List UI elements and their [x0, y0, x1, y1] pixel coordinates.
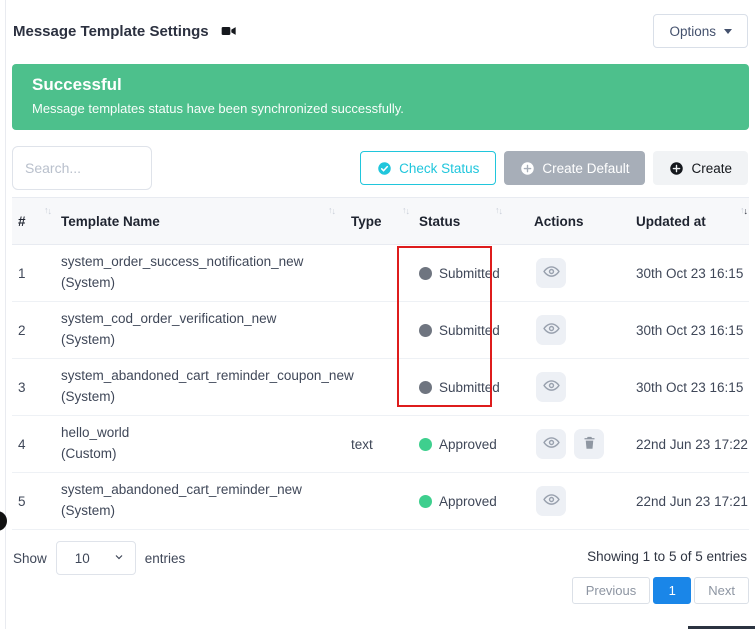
pagination: Previous 1 Next: [572, 577, 749, 604]
template-type: [345, 245, 413, 302]
chevron-down-icon: [113, 551, 125, 566]
template-type: [345, 359, 413, 416]
eye-icon: [543, 320, 560, 340]
column-header-type[interactable]: Type ↑↓: [345, 198, 413, 245]
check-status-label: Check Status: [399, 161, 479, 176]
entries-summary: Showing 1 to 5 of 5 entries: [587, 549, 747, 564]
template-name: hello_world: [61, 423, 339, 444]
entries-label: entries: [145, 551, 186, 566]
sort-icon: ↑↓: [402, 205, 409, 215]
template-type: [345, 473, 413, 530]
template-origin: (System): [61, 273, 339, 294]
sort-icon: ↑↓: [328, 205, 335, 215]
column-header-status[interactable]: Status ↑↓: [413, 198, 528, 245]
view-button[interactable]: [536, 429, 566, 459]
success-alert: Successful Message templates status have…: [12, 64, 749, 130]
create-label: Create: [691, 161, 732, 176]
template-name: system_abandoned_cart_reminder_coupon_ne…: [61, 366, 339, 387]
status-badge: Submitted: [419, 266, 522, 281]
page-size-value: 10: [75, 551, 90, 566]
plus-circle-icon: [669, 161, 684, 176]
eye-icon: [543, 377, 560, 397]
templates-table: # ↑↓ Template Name ↑↓ Type ↑↓ Status ↑↓ …: [12, 197, 749, 530]
status-dot-icon: [419, 495, 432, 508]
status-dot-icon: [419, 267, 432, 280]
next-page-button[interactable]: Next: [694, 577, 749, 604]
table-row: 2 system_cod_order_verification_new (Sys…: [12, 302, 749, 359]
row-num: 1: [12, 245, 55, 302]
check-circle-icon: [377, 161, 392, 176]
column-header-updated-at[interactable]: Updated at ↑↓: [630, 198, 749, 245]
create-button[interactable]: Create: [653, 151, 748, 185]
toolbar-buttons: Check Status Create Default Create: [360, 151, 748, 185]
sort-icon: ↑↓: [495, 205, 502, 215]
video-camera-icon: [221, 23, 237, 39]
title-wrap: Message Template Settings: [13, 23, 237, 40]
show-label: Show: [13, 551, 47, 566]
toolbar: Check Status Create Default Create: [12, 146, 748, 190]
row-num: 3: [12, 359, 55, 416]
chevron-down-icon: [724, 29, 732, 34]
alert-message: Message templates status have been synch…: [32, 101, 729, 116]
page-size-select[interactable]: 10: [56, 541, 136, 575]
updated-at: 22nd Jun 23 17:21: [630, 473, 749, 530]
page-title: Message Template Settings: [13, 23, 209, 40]
status-dot-icon: [419, 324, 432, 337]
column-header-template-name[interactable]: Template Name ↑↓: [55, 198, 345, 245]
updated-at: 30th Oct 23 16:15: [630, 359, 749, 416]
row-num: 4: [12, 416, 55, 473]
view-button[interactable]: [536, 372, 566, 402]
trash-icon: [582, 435, 597, 453]
plus-circle-icon: [520, 161, 535, 176]
table-row: 3 system_abandoned_cart_reminder_coupon_…: [12, 359, 749, 416]
status-dot-icon: [419, 381, 432, 394]
eye-icon: [543, 263, 560, 283]
template-origin: (System): [61, 330, 339, 351]
view-button[interactable]: [536, 486, 566, 516]
row-num: 2: [12, 302, 55, 359]
options-button[interactable]: Options: [653, 14, 748, 48]
page-1-button[interactable]: 1: [653, 577, 691, 604]
table-header-row: # ↑↓ Template Name ↑↓ Type ↑↓ Status ↑↓ …: [12, 198, 749, 245]
updated-at: 22nd Jun 23 17:22: [630, 416, 749, 473]
previous-page-button[interactable]: Previous: [572, 577, 651, 604]
template-type: [345, 302, 413, 359]
updated-at: 30th Oct 23 16:15: [630, 302, 749, 359]
table-row: 1 system_order_success_notification_new …: [12, 245, 749, 302]
create-default-label: Create Default: [542, 161, 629, 176]
page-size-control: Show 10 entries: [13, 541, 185, 575]
view-button[interactable]: [536, 258, 566, 288]
options-button-label: Options: [669, 24, 716, 39]
status-badge: Approved: [419, 494, 522, 509]
sort-icon-active: ↑↓: [740, 205, 747, 215]
template-name: system_order_success_notification_new: [61, 252, 339, 273]
template-type: text: [345, 416, 413, 473]
row-num: 5: [12, 473, 55, 530]
status-badge: Submitted: [419, 323, 522, 338]
delete-button[interactable]: [574, 429, 604, 459]
page-left-border: [5, 0, 6, 629]
create-default-button[interactable]: Create Default: [504, 151, 645, 185]
column-header-actions: Actions: [528, 198, 630, 245]
eye-icon: [543, 491, 560, 511]
column-header-num[interactable]: # ↑↓: [12, 198, 55, 245]
template-origin: (System): [61, 501, 339, 522]
table-row: 5 system_abandoned_cart_reminder_new (Sy…: [12, 473, 749, 530]
updated-at: 30th Oct 23 16:15: [630, 245, 749, 302]
check-status-button[interactable]: Check Status: [360, 151, 496, 185]
template-origin: (Custom): [61, 444, 339, 465]
status-dot-icon: [419, 438, 432, 451]
sort-icon: ↑↓: [44, 205, 51, 215]
template-origin: (System): [61, 387, 339, 408]
alert-title: Successful: [32, 75, 729, 95]
status-badge: Submitted: [419, 380, 522, 395]
eye-icon: [543, 434, 560, 454]
table-row: 4 hello_world (Custom) text Approved: [12, 416, 749, 473]
view-button[interactable]: [536, 315, 566, 345]
search-input[interactable]: [12, 146, 152, 190]
top-bar: Message Template Settings Options: [13, 13, 748, 49]
template-name: system_abandoned_cart_reminder_new: [61, 480, 339, 501]
template-name: system_cod_order_verification_new: [61, 309, 339, 330]
status-badge: Approved: [419, 437, 522, 452]
